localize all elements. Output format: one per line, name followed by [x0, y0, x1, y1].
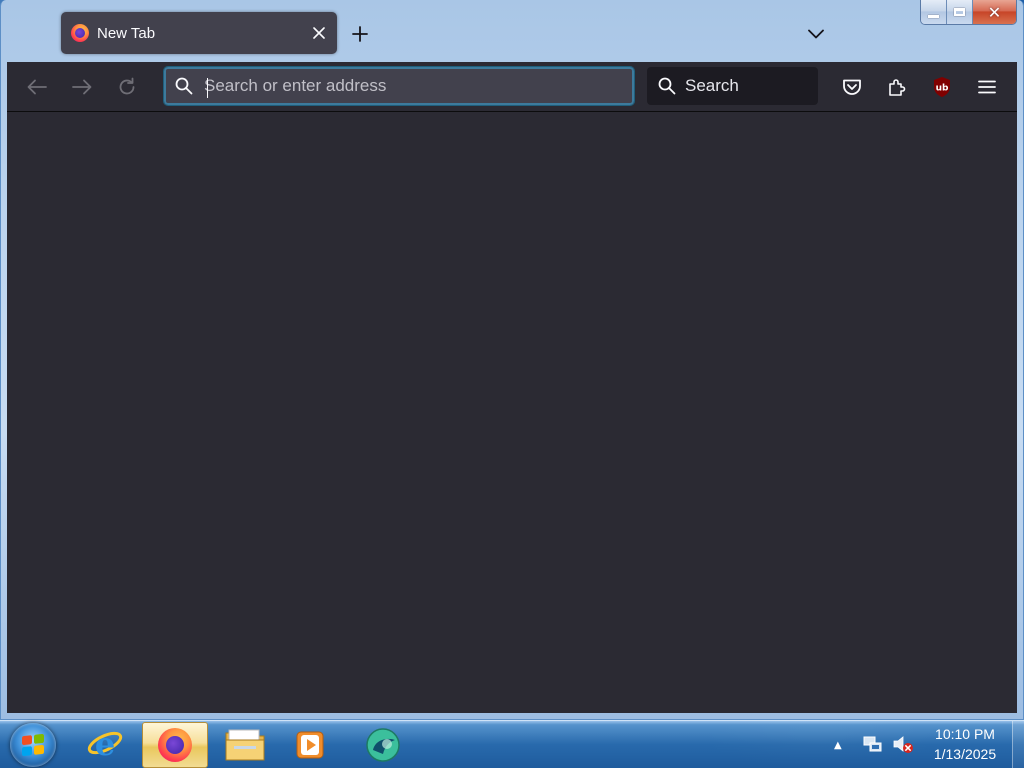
- app-menu-button[interactable]: [971, 71, 1003, 103]
- svg-text:e: e: [95, 725, 115, 763]
- tab-close-button[interactable]: [307, 21, 331, 45]
- search-input[interactable]: [685, 76, 818, 96]
- system-clock[interactable]: 10:10 PM 1/13/2025: [922, 724, 1008, 764]
- ublock-origin-button[interactable]: ub: [926, 71, 958, 103]
- firefox-icon: [71, 24, 89, 42]
- volume-button[interactable]: [892, 733, 914, 755]
- chevron-down-icon: [808, 29, 824, 39]
- start-button[interactable]: [10, 723, 56, 767]
- url-input[interactable]: [204, 71, 632, 101]
- navigation-toolbar: ub: [7, 62, 1017, 112]
- taskbar-file-explorer[interactable]: [212, 722, 278, 768]
- list-all-tabs-button[interactable]: [803, 21, 829, 47]
- show-hidden-icons-button[interactable]: ▲: [834, 740, 842, 751]
- svg-text:ub: ub: [936, 84, 949, 94]
- clock-time: 10:10 PM: [935, 726, 995, 742]
- file-explorer-icon: [225, 729, 265, 761]
- tab-strip: New Tab: [7, 8, 1017, 62]
- network-icon: [863, 736, 882, 752]
- windows-logo-icon: [22, 733, 44, 757]
- taskbar-firefox[interactable]: [142, 722, 208, 768]
- firefox-icon: [158, 728, 192, 762]
- extensions-icon: [889, 79, 906, 96]
- arrow-right-icon: [72, 79, 92, 95]
- page-content[interactable]: [7, 112, 1017, 713]
- taskbar-internet-explorer[interactable]: e: [72, 722, 138, 768]
- internet-explorer-icon: e: [87, 725, 123, 763]
- taskbar-media-player[interactable]: [278, 722, 344, 768]
- volume-muted-icon: [893, 736, 913, 753]
- reload-icon: [119, 77, 135, 95]
- search-icon: [174, 76, 194, 96]
- taskbar-chat-app[interactable]: [350, 722, 416, 768]
- chat-app-icon: [366, 728, 400, 762]
- hamburger-menu-icon: [978, 80, 996, 94]
- search-icon: [657, 76, 677, 96]
- new-tab-button[interactable]: [347, 21, 373, 47]
- text-caret: [207, 78, 208, 98]
- firefox-window: ✕ New Tab Search or enter address Search…: [0, 0, 1024, 720]
- back-button[interactable]: [21, 71, 53, 103]
- extensions-button[interactable]: [881, 71, 913, 103]
- network-button[interactable]: [862, 733, 884, 755]
- pocket-button[interactable]: [836, 71, 868, 103]
- forward-button[interactable]: [66, 71, 98, 103]
- url-bar[interactable]: [163, 66, 635, 106]
- media-player-icon: [296, 731, 324, 759]
- ublock-origin-icon: ub: [934, 77, 950, 97]
- clock-date: 1/13/2025: [933, 746, 997, 762]
- search-bar[interactable]: [647, 67, 818, 105]
- pocket-icon: [843, 79, 861, 95]
- reload-button[interactable]: [111, 71, 143, 103]
- close-icon: [313, 27, 325, 39]
- arrow-left-icon: [27, 79, 47, 95]
- show-desktop-button[interactable]: [1012, 721, 1024, 768]
- tab-new-tab[interactable]: New Tab: [61, 12, 337, 54]
- tab-title: New Tab: [97, 24, 156, 42]
- plus-icon: [352, 26, 368, 42]
